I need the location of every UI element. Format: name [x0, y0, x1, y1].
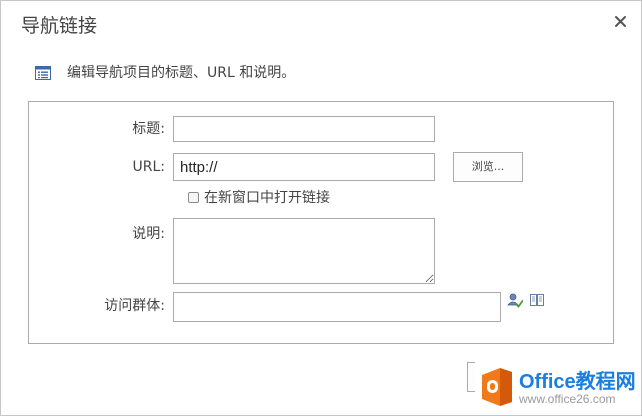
- new-window-checkbox[interactable]: [188, 192, 199, 203]
- url-input[interactable]: [173, 153, 435, 181]
- address-book-icon[interactable]: [529, 292, 545, 308]
- audience-input[interactable]: [173, 292, 501, 322]
- list-icon: [35, 65, 51, 80]
- title-input[interactable]: [173, 116, 435, 142]
- description-textarea[interactable]: [173, 218, 435, 284]
- check-names-icon[interactable]: [507, 292, 524, 308]
- description-label: 说明:: [132, 226, 165, 242]
- watermark-url: www.office26.com: [519, 392, 616, 406]
- url-label: URL:: [132, 159, 166, 175]
- dialog-title: 导航链接: [21, 15, 98, 37]
- navigation-link-dialog: 导航链接 编辑导航项目的标题、URL 和说明。 标题: URL: 浏览...: [0, 0, 642, 416]
- title-label: 标题:: [132, 121, 165, 137]
- close-icon[interactable]: [611, 12, 631, 32]
- audience-label: 访问群体:: [104, 298, 165, 314]
- browse-button[interactable]: 浏览...: [453, 152, 523, 182]
- watermark-brand: Office教程网: [519, 371, 636, 393]
- office-logo-icon: [482, 368, 512, 406]
- office-watermark: Office教程网 www.office26.com: [475, 362, 641, 414]
- new-window-label: 在新窗口中打开链接: [204, 190, 330, 206]
- dialog-description: 编辑导航项目的标题、URL 和说明。: [67, 65, 296, 81]
